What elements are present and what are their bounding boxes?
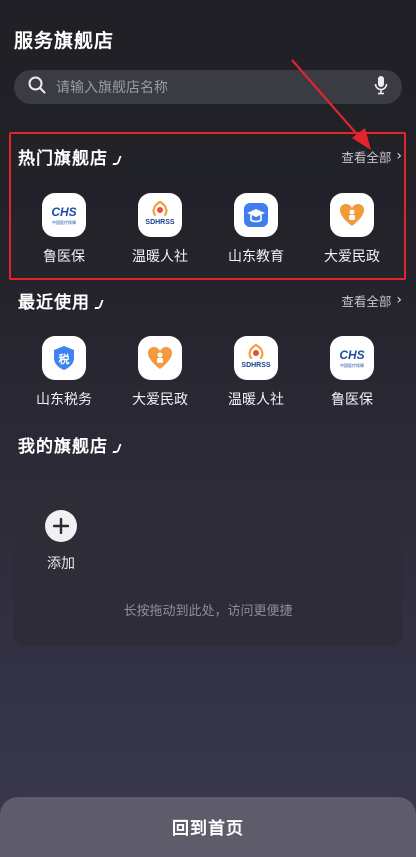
recent-item-wennuan-renshe[interactable]: SDHRSS 温暖人社 (210, 336, 302, 409)
annotation-arrow (291, 59, 371, 150)
app-label: 山东税务 (36, 392, 92, 408)
svg-text:SDHRSS: SDHRSS (241, 362, 271, 369)
back-to-home-button[interactable]: 回到首页 (0, 797, 416, 857)
app-label: 鲁医保 (331, 392, 373, 408)
recent-section-header: 最近使用 查看全部 › (18, 288, 402, 313)
search-icon (28, 76, 46, 98)
tax-shield-icon: 税 (42, 336, 86, 380)
svg-text:税: 税 (59, 352, 70, 366)
highlight-box (9, 132, 406, 280)
svg-text:中国医疗保障: 中国医疗保障 (340, 362, 364, 368)
heart-people-icon (138, 336, 182, 380)
search-bar[interactable]: 请输入旗舰店名称 (14, 70, 402, 104)
add-store-button[interactable]: 添加 (45, 510, 77, 573)
recent-item-lu-yibao[interactable]: CHS 中国医疗保障 鲁医保 (306, 336, 398, 409)
see-all-label: 查看全部 (341, 293, 392, 309)
drag-hint-text: 长按拖动到此处，访问更便捷 (123, 604, 293, 619)
add-label: 添加 (47, 556, 75, 572)
mine-section-header: 我的旗舰店 (18, 432, 402, 457)
chs-logo-icon: CHS 中国医疗保障 (330, 336, 374, 380)
sdhrss-logo-icon: SDHRSS (234, 336, 278, 380)
recent-item-shandong-shuiwu[interactable]: 税 山东税务 (18, 336, 110, 409)
microphone-icon[interactable] (374, 75, 388, 99)
recent-item-daai-minzheng[interactable]: 大爱民政 (114, 336, 206, 409)
mine-section-title: 我的旗舰店 (18, 432, 120, 457)
svg-text:CHS: CHS (339, 348, 364, 362)
my-stores-card: 添加 长按拖动到此处，访问更便捷 (13, 482, 403, 647)
search-input[interactable]: 请输入旗舰店名称 (56, 77, 374, 97)
plus-icon[interactable] (45, 510, 77, 542)
app-label: 大爱民政 (132, 392, 188, 408)
recent-see-all-link[interactable]: 查看全部 › (341, 291, 402, 310)
page-title: 服务旗舰店 (14, 30, 115, 52)
chevron-right-icon: › (396, 292, 402, 308)
recent-section-title: 最近使用 (18, 288, 102, 313)
app-label: 温暖人社 (228, 392, 284, 408)
recent-grid: 税 山东税务 大爱民政 SDHRSS 温暖人社 CHS 中国医疗保障 鲁医保 (18, 336, 398, 409)
